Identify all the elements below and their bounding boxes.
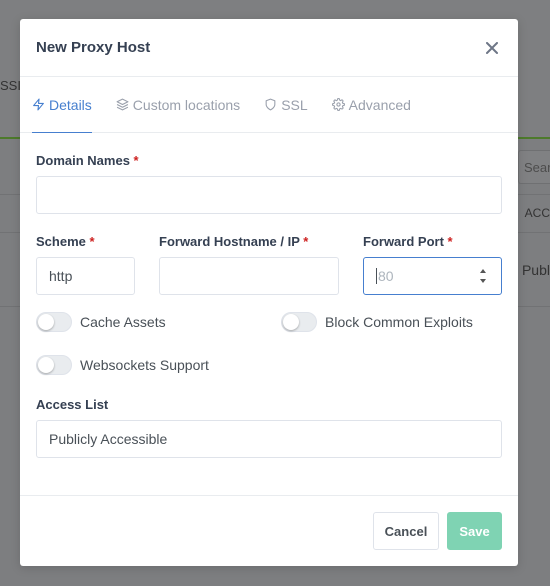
domain-names-input[interactable] — [36, 176, 502, 214]
dialog-header: New Proxy Host — [20, 19, 518, 77]
block-exploits-label: Block Common Exploits — [325, 314, 473, 330]
text-cursor — [376, 268, 377, 284]
forward-port-placeholder: 80 — [378, 268, 394, 284]
dialog-body: Domain Names * Scheme * http Forward Hos… — [20, 133, 518, 458]
tab-custom-locations[interactable]: Custom locations — [116, 77, 240, 132]
access-list-label: Access List — [36, 397, 109, 412]
dialog-title: New Proxy Host — [36, 39, 151, 56]
forward-hostname-input[interactable] — [159, 257, 339, 295]
layers-icon — [116, 98, 129, 111]
tab-ssl[interactable]: SSL — [264, 77, 308, 132]
tab-ssl-label: SSL — [281, 96, 308, 113]
cache-assets-switch[interactable] — [36, 312, 72, 332]
websockets-switch[interactable] — [36, 355, 72, 375]
background-cell: Publ — [521, 262, 550, 278]
websockets-label: Websockets Support — [80, 357, 209, 373]
gear-icon — [331, 98, 345, 111]
forward-hostname-label: Forward Hostname / IP * — [159, 234, 309, 249]
spinner-arrows-icon[interactable] — [479, 267, 487, 285]
cache-assets-toggle[interactable]: Cache Assets — [36, 312, 281, 332]
tab-advanced[interactable]: Advanced — [331, 77, 411, 132]
tab-custom-locations-label: Custom locations — [132, 96, 241, 113]
cache-assets-label: Cache Assets — [80, 314, 166, 330]
scheme-label: Scheme * — [36, 234, 95, 249]
background-column-header: ACC — [524, 206, 550, 220]
block-exploits-toggle[interactable]: Block Common Exploits — [281, 312, 473, 332]
bolt-icon — [33, 98, 44, 111]
forward-port-label: Forward Port * — [363, 234, 453, 249]
tab-advanced-label: Advanced — [348, 96, 411, 113]
shield-icon — [265, 98, 276, 111]
close-button[interactable] — [482, 38, 502, 58]
dialog-tabs: Details Custom locations SSL Advanced — [20, 77, 518, 133]
access-list-select[interactable]: Publicly Accessible — [36, 420, 502, 458]
cancel-button[interactable]: Cancel — [373, 512, 439, 550]
close-icon — [486, 41, 498, 54]
scheme-input[interactable]: http — [36, 257, 135, 295]
tab-details[interactable]: Details — [32, 77, 92, 133]
domain-names-label: Domain Names * — [36, 153, 139, 168]
new-proxy-host-dialog: New Proxy Host Details Custom locations … — [20, 19, 518, 566]
block-exploits-switch[interactable] — [281, 312, 317, 332]
dialog-footer: Cancel Save — [20, 495, 518, 566]
background-tab-fragment: SSI — [0, 78, 21, 93]
forward-port-input[interactable]: 80 — [363, 257, 502, 295]
tab-details-label: Details — [49, 96, 92, 113]
background-search-input: Searc — [518, 150, 550, 184]
save-button[interactable]: Save — [447, 512, 502, 550]
websockets-toggle[interactable]: Websockets Support — [36, 355, 209, 375]
